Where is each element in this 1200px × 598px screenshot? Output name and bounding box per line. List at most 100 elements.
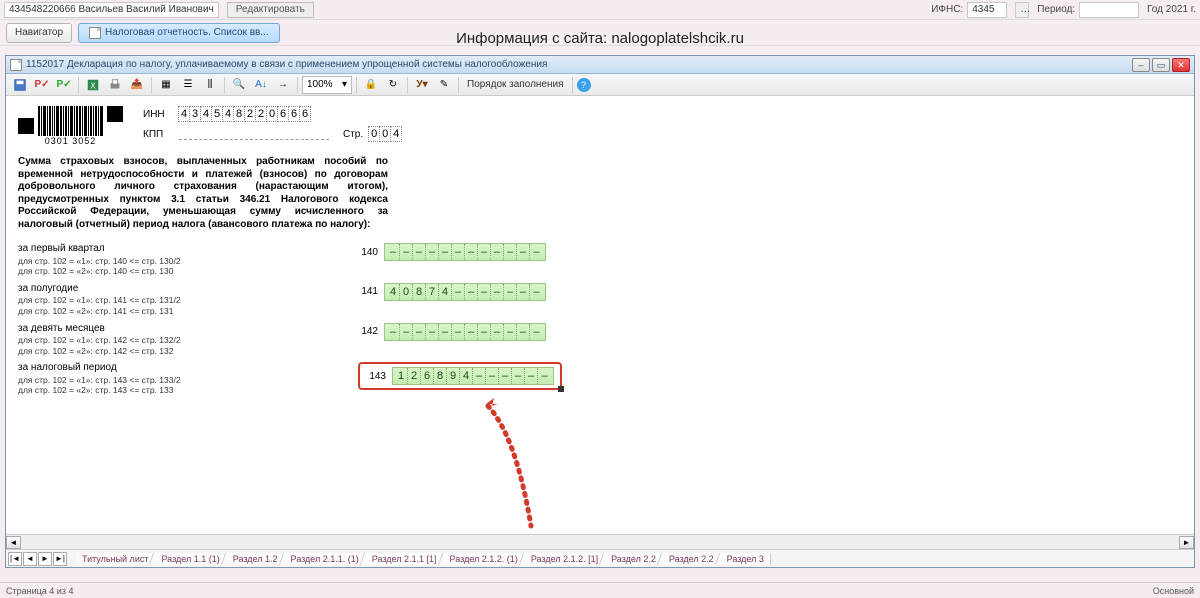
taxpayer-field[interactable]: 434548220666 Васильев Василий Иванович xyxy=(4,2,219,18)
export-icon[interactable]: 📤 xyxy=(127,76,147,94)
row-sub-label: для стр. 102 = «1»: стр. 142 <= стр. 132… xyxy=(18,335,358,346)
year-label: Год 2021 г. xyxy=(1147,4,1196,15)
print-icon[interactable] xyxy=(105,76,125,94)
minimize-button[interactable]: – xyxy=(1132,58,1150,72)
row-sub-label: для стр. 102 = «1»: стр. 143 <= стр. 133… xyxy=(18,375,358,386)
fill-order-link[interactable]: Порядок заполнения xyxy=(463,79,568,90)
form-row: за налоговый периоддля стр. 102 = «1»: с… xyxy=(18,362,1182,396)
find-next-icon[interactable]: A↓ xyxy=(251,76,271,94)
tab-next-button[interactable]: ► xyxy=(38,552,52,566)
sheet-tab[interactable]: Раздел 2.1.1. (1) xyxy=(285,553,366,565)
document-title-text: 1152017 Декларация по налогу, уплачиваем… xyxy=(26,59,547,70)
marker-square xyxy=(107,106,123,122)
inn-label: ИНН xyxy=(143,109,173,120)
svg-text:X: X xyxy=(90,81,96,90)
row-main-label: за налоговый период xyxy=(18,362,358,375)
row-sub-label: для стр. 102 = «2»: стр. 142 <= стр. 132 xyxy=(18,346,358,357)
document-window: 1152017 Декларация по налогу, уплачиваем… xyxy=(5,55,1195,568)
document-titlebar: 1152017 Декларация по налогу, уплачиваем… xyxy=(6,56,1194,74)
open-doc-tab[interactable]: Налоговая отчетность. Список вв... xyxy=(78,23,280,43)
page-field: 004 xyxy=(369,126,402,142)
row-sub-label: для стр. 102 = «1»: стр. 140 <= стр. 130… xyxy=(18,256,358,267)
status-mode: Основной xyxy=(1153,586,1194,596)
row-number: 141 xyxy=(358,286,384,297)
row-number: 142 xyxy=(358,326,384,337)
sheet-tab[interactable]: Раздел 2.1.2. [1] xyxy=(525,553,605,565)
tab-prev-button[interactable]: ◄ xyxy=(23,552,37,566)
row-number: 143 xyxy=(366,371,392,382)
amount-field[interactable]: –––––––––––– xyxy=(384,243,546,261)
lock-icon[interactable]: 🔒 xyxy=(361,76,381,94)
maximize-button[interactable]: ▭ xyxy=(1152,58,1170,72)
ifns-picker[interactable]: … xyxy=(1015,2,1029,18)
refresh-icon[interactable]: ↻ xyxy=(383,76,403,94)
row-sub-label: для стр. 102 = «2»: стр. 143 <= стр. 133 xyxy=(18,385,358,396)
close-button[interactable]: ✕ xyxy=(1172,58,1190,72)
highlighted-field: 143126894–––––– xyxy=(358,362,562,390)
save-icon[interactable] xyxy=(10,76,30,94)
zoom-combo[interactable]: 100%▾ xyxy=(302,76,352,94)
row-main-label: за девять месяцев xyxy=(18,323,358,336)
sheet-tab[interactable]: Раздел 1.1 (1) xyxy=(155,553,226,565)
period-field[interactable] xyxy=(1079,2,1139,18)
amount-field[interactable]: 40874––––––– xyxy=(384,283,546,301)
barcode-bars xyxy=(38,106,103,136)
annotation-arrow xyxy=(466,396,566,536)
resize-handle[interactable] xyxy=(558,386,564,392)
sheet-tab[interactable]: Раздел 2.1.1 [1] xyxy=(366,553,444,565)
row-number: 140 xyxy=(358,247,384,258)
form-content: 0301 3052 ИНН 434548220666 КПП Стр. 004 … xyxy=(6,96,1194,549)
form-row: за полугодиедля стр. 102 = «1»: стр. 141… xyxy=(18,283,1182,317)
scroll-right-button[interactable]: ► xyxy=(1179,536,1194,549)
sheet-tab[interactable]: Раздел 2.2 xyxy=(605,553,663,565)
barcode-block: 0301 3052 xyxy=(18,106,123,146)
row-sub-label: для стр. 102 = «2»: стр. 141 <= стр. 131 xyxy=(18,306,358,317)
excel-icon[interactable]: X xyxy=(83,76,103,94)
style-button[interactable]: У ▾ xyxy=(412,76,432,94)
sheet-tabs: |◄ ◄ ► ►| Титульный листРаздел 1.1 (1)Ра… xyxy=(6,549,1194,567)
scroll-left-button[interactable]: ◄ xyxy=(6,536,21,549)
sheet-tab[interactable]: Титульный лист xyxy=(76,553,155,565)
form-row: за первый кварталдля стр. 102 = «1»: стр… xyxy=(18,243,1182,277)
navigator-button[interactable]: Навигатор xyxy=(6,23,72,43)
tab-first-button[interactable]: |◄ xyxy=(8,552,22,566)
edit-button[interactable]: Редактировать xyxy=(227,2,314,18)
kpp-field[interactable] xyxy=(179,128,329,140)
barcode-number: 0301 3052 xyxy=(45,136,97,146)
check-red-icon[interactable]: Р✓ xyxy=(32,76,52,94)
goto-icon[interactable]: → xyxy=(273,76,293,94)
amount-field[interactable]: –––––––––––– xyxy=(384,323,546,341)
columns-icon[interactable]: ⫼ xyxy=(200,76,220,94)
page-label: Стр. xyxy=(343,129,363,140)
document-icon xyxy=(89,27,101,39)
row-sub-label: для стр. 102 = «2»: стр. 140 <= стр. 130 xyxy=(18,266,358,277)
app-top-bar: 434548220666 Васильев Василий Иванович Р… xyxy=(0,0,1200,20)
sheet-tab[interactable]: Раздел 2.2 xyxy=(663,553,721,565)
check-green-icon[interactable]: Р✓ xyxy=(54,76,74,94)
document-icon xyxy=(10,59,22,71)
sheet-tab[interactable]: Раздел 1.2 xyxy=(227,553,285,565)
help-icon[interactable]: ? xyxy=(577,78,591,92)
ifns-field[interactable]: 4345 xyxy=(967,2,1007,18)
row-main-label: за полугодие xyxy=(18,283,358,296)
open-doc-tab-label: Налоговая отчетность. Список вв... xyxy=(105,27,269,38)
list-icon[interactable]: ☰ xyxy=(178,76,198,94)
navigator-bar: Навигатор Налоговая отчетность. Список в… xyxy=(0,20,1200,46)
ifns-label: ИФНС: xyxy=(931,4,963,15)
search-icon[interactable]: 🔍 xyxy=(229,76,249,94)
form-row: за девять месяцевдля стр. 102 = «1»: стр… xyxy=(18,323,1182,357)
row-sub-label: для стр. 102 = «1»: стр. 141 <= стр. 131… xyxy=(18,295,358,306)
period-label: Период: xyxy=(1037,4,1075,15)
sheet-tab[interactable]: Раздел 3 xyxy=(721,553,771,565)
amount-field[interactable]: 126894–––––– xyxy=(392,367,554,385)
edit-icon[interactable]: ✎ xyxy=(434,76,454,94)
row-main-label: за первый квартал xyxy=(18,243,358,256)
kpp-label: КПП xyxy=(143,129,173,140)
horizontal-scrollbar[interactable]: ◄ ► xyxy=(6,534,1194,549)
section-description: Сумма страховых взносов, выплаченных раб… xyxy=(18,156,388,231)
marker-square xyxy=(18,118,34,134)
inn-field[interactable]: 434548220666 xyxy=(179,106,311,122)
grid-icon[interactable]: ▦ xyxy=(156,76,176,94)
sheet-tab[interactable]: Раздел 2.1.2. (1) xyxy=(444,553,525,565)
tab-last-button[interactable]: ►| xyxy=(53,552,67,566)
